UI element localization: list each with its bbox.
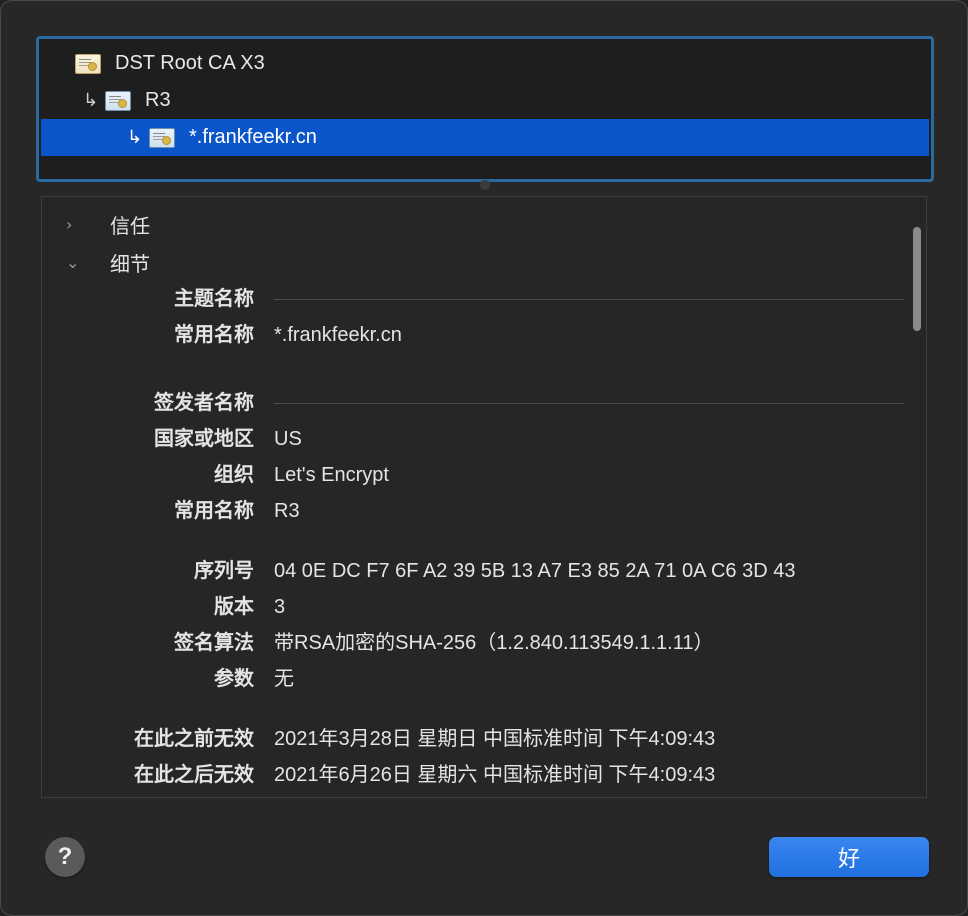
issuer-country-value: US bbox=[274, 428, 302, 450]
not-valid-before-label: 在此之前无效 bbox=[134, 728, 254, 750]
issuer-name-header: 签发者名称 bbox=[154, 392, 254, 414]
certificate-icon bbox=[75, 53, 101, 74]
version-value: 3 bbox=[274, 596, 286, 618]
chain-item-label: R3 bbox=[145, 89, 171, 111]
details-section-label: 细节 bbox=[110, 253, 150, 276]
version-label: 版本 bbox=[214, 596, 254, 618]
chain-item-label: *.frankfeekr.cn bbox=[189, 126, 317, 148]
help-button[interactable]: ? bbox=[45, 837, 85, 877]
chevron-right-icon: › bbox=[66, 214, 73, 234]
section-divider bbox=[274, 299, 904, 300]
scrollbar-thumb[interactable] bbox=[913, 227, 921, 331]
chain-item-intermediate[interactable]: ↳ R3 bbox=[39, 82, 931, 119]
details-section-toggle[interactable]: ⌄ 细节 bbox=[66, 247, 150, 277]
certificate-chain-list[interactable]: DST Root CA X3 ↳ R3 ↳ *.frankfeekr.cn bbox=[36, 36, 934, 182]
subject-common-name-label: 常用名称 bbox=[174, 324, 254, 346]
hierarchy-arrow-icon: ↳ bbox=[127, 127, 143, 148]
split-resize-handle[interactable] bbox=[480, 180, 490, 190]
not-valid-after-value: 2021年6月26日 星期六 中国标准时间 下午4:09:43 bbox=[274, 764, 716, 786]
chain-item-label: DST Root CA X3 bbox=[115, 52, 265, 74]
issuer-common-name-value: R3 bbox=[274, 500, 300, 522]
not-valid-after-label: 在此之后无效 bbox=[134, 764, 254, 786]
certificate-icon bbox=[105, 90, 131, 111]
ok-button[interactable]: 好 bbox=[769, 837, 929, 877]
serial-number-label: 序列号 bbox=[194, 560, 254, 582]
signature-algorithm-label: 签名算法 bbox=[174, 632, 254, 654]
vertical-scrollbar[interactable] bbox=[910, 227, 924, 333]
issuer-org-label: 组织 bbox=[214, 464, 254, 486]
issuer-org-value: Let's Encrypt bbox=[274, 464, 389, 486]
certificate-details-panel[interactable]: › 信任 ⌄ 细节 主题名称 常用名称 *.frankfeekr.cn 签发者名… bbox=[41, 196, 927, 798]
chevron-down-icon: ⌄ bbox=[66, 252, 80, 272]
subject-common-name-value: *.frankfeekr.cn bbox=[274, 324, 402, 346]
issuer-common-name-label: 常用名称 bbox=[174, 500, 254, 522]
parameters-value: 无 bbox=[274, 668, 294, 690]
section-divider bbox=[274, 403, 904, 404]
chain-item-leaf[interactable]: ↳ *.frankfeekr.cn bbox=[41, 119, 929, 156]
serial-number-value: 04 0E DC F7 6F A2 39 5B 13 A7 E3 85 2A 7… bbox=[274, 560, 796, 582]
certificate-dialog: DST Root CA X3 ↳ R3 ↳ *.frankfeekr.cn › … bbox=[0, 0, 968, 916]
parameters-label: 参数 bbox=[214, 668, 254, 690]
issuer-country-label: 国家或地区 bbox=[154, 428, 254, 450]
signature-algorithm-value: 带RSA加密的SHA-256（1.2.840.113549.1.1.11） bbox=[274, 632, 714, 654]
hierarchy-arrow-icon: ↳ bbox=[83, 90, 99, 111]
trust-section-label: 信任 bbox=[110, 215, 150, 238]
chain-item-root[interactable]: DST Root CA X3 bbox=[39, 45, 931, 82]
certificate-icon bbox=[149, 127, 175, 148]
trust-section-toggle[interactable]: › 信任 bbox=[66, 209, 150, 239]
subject-name-header: 主题名称 bbox=[174, 288, 254, 310]
not-valid-before-value: 2021年3月28日 星期日 中国标准时间 下午4:09:43 bbox=[274, 728, 716, 750]
